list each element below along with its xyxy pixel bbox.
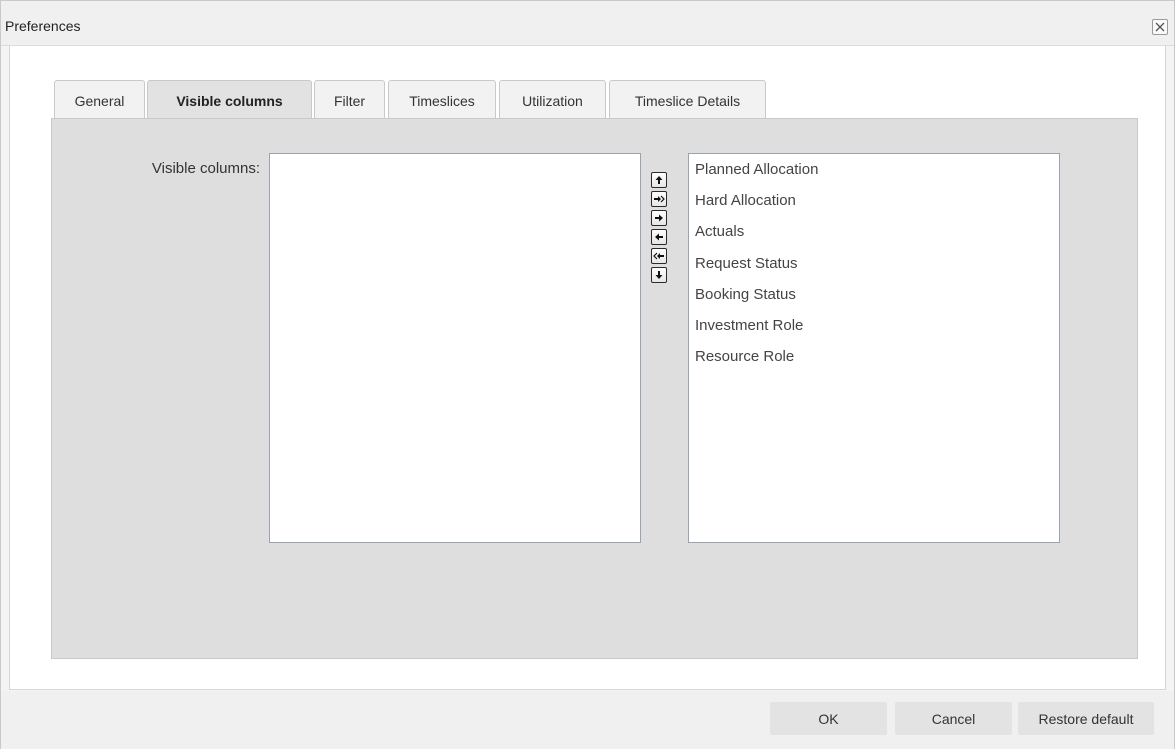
arrow-right-icon xyxy=(655,214,663,222)
tab-timeslices[interactable]: Timeslices xyxy=(388,80,496,118)
tab-utilization[interactable]: Utilization xyxy=(499,80,606,118)
move-up-button[interactable] xyxy=(651,172,667,188)
ok-button[interactable]: OK xyxy=(770,702,887,735)
arrow-up-icon xyxy=(655,176,663,184)
cancel-button[interactable]: Cancel xyxy=(895,702,1012,735)
list-item[interactable]: Resource Role xyxy=(695,345,1059,376)
move-all-right-button[interactable] xyxy=(651,191,667,207)
visible-columns-label: Visible columns: xyxy=(151,160,260,177)
list-item[interactable]: Planned Allocation xyxy=(695,158,1059,189)
arrow-down-icon xyxy=(655,271,663,279)
dialog-titlebar: Preferences xyxy=(1,1,1174,46)
tab-visible-columns[interactable]: Visible columns xyxy=(147,80,312,119)
list-item[interactable]: Hard Allocation xyxy=(695,189,1059,220)
restore-default-button[interactable]: Restore default xyxy=(1018,702,1154,735)
dialog-content: General Visible columns Filter Timeslice… xyxy=(9,46,1166,690)
list-item[interactable]: Booking Status xyxy=(695,283,1059,314)
move-left-button[interactable] xyxy=(651,229,667,245)
tab-label: Filter xyxy=(333,92,366,109)
dialog-footer: OK Cancel Restore default xyxy=(1,691,1174,749)
close-icon xyxy=(1155,22,1165,32)
tab-label: General xyxy=(74,92,125,109)
tab-label: Timeslices xyxy=(409,92,475,109)
visible-columns-listbox[interactable] xyxy=(269,153,641,543)
transfer-buttons xyxy=(651,172,669,286)
tab-timeslice-details[interactable]: Timeslice Details xyxy=(609,80,766,118)
tab-label: Utilization xyxy=(522,92,583,109)
list-item[interactable]: Request Status xyxy=(695,252,1059,283)
dialog-title: Preferences xyxy=(5,18,81,34)
arrow-left-icon xyxy=(655,233,663,241)
tab-label: Visible columns xyxy=(176,93,283,109)
double-arrow-right-icon xyxy=(654,195,665,203)
tab-general[interactable]: General xyxy=(54,80,145,118)
move-down-button[interactable] xyxy=(651,267,667,283)
list-item[interactable]: Actuals xyxy=(695,220,1059,251)
available-columns-items: Planned Allocation Hard Allocation Actuals… xyxy=(689,154,1059,376)
tab-label: Timeslice Details xyxy=(634,92,741,109)
move-all-left-button[interactable] xyxy=(651,248,667,264)
tab-filter[interactable]: Filter xyxy=(314,80,385,118)
close-button[interactable] xyxy=(1152,19,1168,35)
visible-columns-panel: Visible columns: Planned Allocation Hard… xyxy=(51,118,1138,659)
list-item[interactable]: Investment Role xyxy=(695,314,1059,345)
double-arrow-left-icon xyxy=(653,252,664,260)
preferences-dialog: Preferences General Visible columns Filt… xyxy=(0,0,1175,749)
visible-columns-items xyxy=(270,154,640,158)
available-columns-listbox[interactable]: Planned Allocation Hard Allocation Actuals… xyxy=(688,153,1060,543)
move-right-button[interactable] xyxy=(651,210,667,226)
